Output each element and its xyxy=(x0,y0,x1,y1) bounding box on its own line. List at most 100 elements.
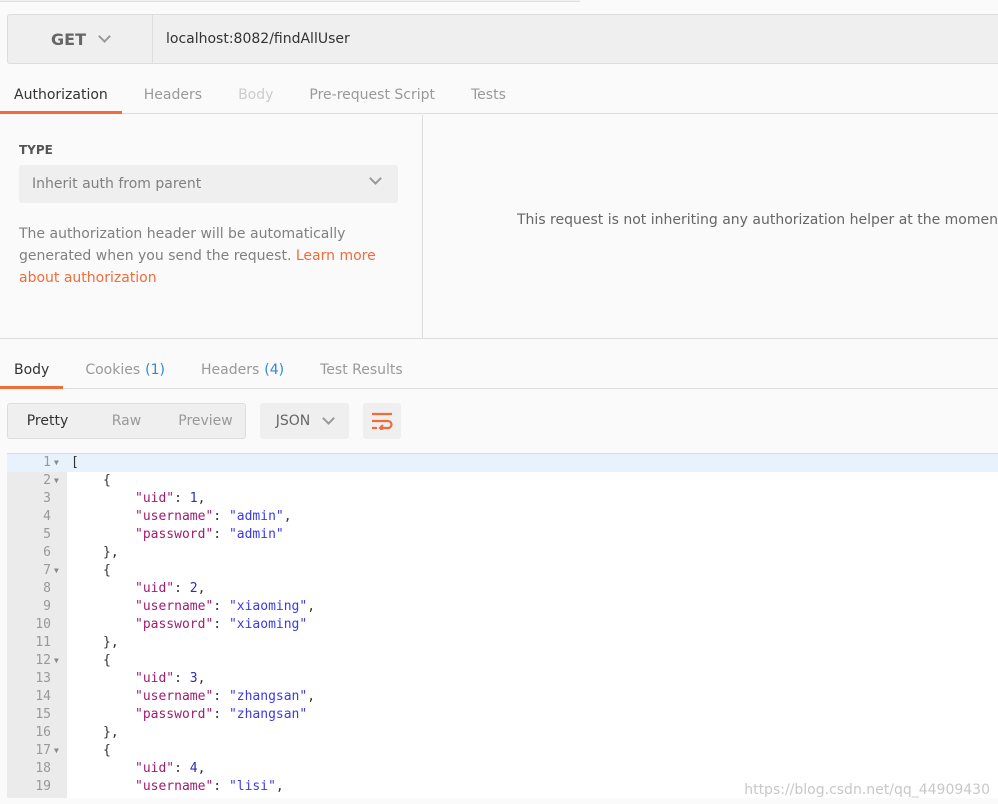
json-string: "admin" xyxy=(228,509,284,524)
code-line: 15 "password": "zhangsan" xyxy=(7,706,998,724)
line-number: 4 xyxy=(43,509,51,524)
json-string: "zhangsan" xyxy=(228,707,308,722)
response-body-editor[interactable]: 1 ▼[2 ▼{3 "uid": 1, 4 "username": "admin", 5 "p… xyxy=(7,453,998,798)
tab-pre-request-script[interactable]: Pre-request Script xyxy=(295,76,449,113)
code-text: "username": "lisi", xyxy=(71,778,284,796)
code-text: "password": "xiaoming" xyxy=(71,616,307,634)
wrap-lines-button[interactable] xyxy=(363,403,401,439)
fold-arrow-icon[interactable]: ▼ xyxy=(54,742,59,760)
json-punctuation: : xyxy=(174,491,190,506)
json-punctuation: , xyxy=(197,491,206,506)
json-punctuation: : xyxy=(174,671,190,686)
json-punctuation: , xyxy=(197,761,206,776)
json-punctuation: }, xyxy=(103,635,119,650)
json-punctuation: { xyxy=(103,743,111,758)
line-number: 12 xyxy=(35,653,51,668)
code-line: 5 "password": "admin" xyxy=(7,526,998,544)
tab-label: Body xyxy=(14,361,50,378)
json-punctuation: }, xyxy=(103,725,119,740)
tab-label: Pre-request Script xyxy=(309,86,435,103)
code-text: "username": "zhangsan", xyxy=(71,688,315,706)
json-punctuation: }, xyxy=(103,545,119,560)
tab-tests[interactable]: Tests xyxy=(457,76,520,113)
code-text: }, xyxy=(71,724,119,742)
json-punctuation: : xyxy=(213,527,229,542)
code-line: 13 "uid": 3, xyxy=(7,670,998,688)
tab-label: Tests xyxy=(471,86,506,103)
line-number: 11 xyxy=(35,635,51,650)
json-punctuation: : xyxy=(213,617,229,632)
wrap-lines-icon xyxy=(372,412,393,430)
json-number: 2 xyxy=(189,581,198,596)
view-mode-pretty[interactable]: Pretty xyxy=(8,404,87,438)
json-key: "username" xyxy=(135,599,214,614)
tab-body[interactable]: Body xyxy=(0,351,64,389)
json-punctuation: : xyxy=(213,779,229,794)
json-punctuation: [ xyxy=(71,455,79,470)
json-punctuation: { xyxy=(103,563,111,578)
code-line: 2 ▼ { xyxy=(7,472,998,490)
json-number: 1 xyxy=(189,491,198,506)
code-text: "uid": 1, xyxy=(71,490,205,508)
line-number: 2 xyxy=(43,473,51,488)
json-punctuation: : xyxy=(213,509,229,524)
auth-type-select[interactable]: Inherit auth from parent xyxy=(19,165,398,203)
code-text: "username": "admin", xyxy=(71,508,292,526)
fold-arrow-icon[interactable]: ▼ xyxy=(54,562,59,580)
format-select[interactable]: JSON xyxy=(260,403,349,439)
json-key: "password" xyxy=(135,707,214,722)
format-label: JSON xyxy=(275,413,311,429)
url-input[interactable]: localhost:8082/findAllUser xyxy=(153,15,350,63)
tab-label: Headers xyxy=(143,86,203,103)
json-string: "zhangsan" xyxy=(228,689,308,704)
line-number: 6 xyxy=(43,545,51,560)
tab-headers[interactable]: Headers xyxy=(130,76,216,113)
tab-cookies[interactable]: Cookies (1) xyxy=(71,351,179,388)
json-punctuation: , xyxy=(307,689,316,704)
code-line: 7 ▼ { xyxy=(7,562,998,580)
code-text: { xyxy=(71,562,111,580)
json-key: "username" xyxy=(135,689,214,704)
auth-settings: TYPE Inherit auth from parent The author… xyxy=(0,115,423,338)
view-mode-raw[interactable]: Raw xyxy=(87,404,166,438)
json-punctuation: , xyxy=(307,599,316,614)
tab-count-badge: (1) xyxy=(145,361,165,378)
type-label: TYPE xyxy=(19,143,53,157)
code-text: "username": "xiaoming", xyxy=(71,598,315,616)
fold-arrow-icon[interactable]: ▼ xyxy=(54,652,59,670)
chevron-down-icon xyxy=(322,412,336,425)
code-line: 11}, xyxy=(7,634,998,652)
json-number: 4 xyxy=(189,761,198,776)
response-toolbar: Pretty Raw Preview JSON xyxy=(7,403,401,439)
code-line: 9 "username": "xiaoming", xyxy=(7,598,998,616)
tab-headers[interactable]: Headers (4) xyxy=(187,351,298,388)
json-punctuation: , xyxy=(197,581,206,596)
fold-arrow-icon[interactable]: ▼ xyxy=(54,472,59,490)
line-number: 1 xyxy=(43,455,51,470)
view-mode-toggle: Pretty Raw Preview xyxy=(7,403,246,439)
code-text: }, xyxy=(71,544,119,562)
fold-arrow-icon[interactable]: ▼ xyxy=(54,454,59,472)
view-mode-preview[interactable]: Preview xyxy=(166,404,245,438)
method-select[interactable]: GET xyxy=(8,15,153,63)
tab-authorization[interactable]: Authorization xyxy=(0,76,122,114)
line-number: 3 xyxy=(43,491,51,506)
line-number: 7 xyxy=(43,563,51,578)
line-number: 13 xyxy=(35,671,51,686)
json-punctuation: , xyxy=(275,779,284,794)
code-line: 12 ▼ { xyxy=(7,652,998,670)
request-url-bar: GET localhost:8082/findAllUser xyxy=(7,14,998,64)
json-key: "uid" xyxy=(135,761,175,776)
tab-count-badge: (4) xyxy=(264,361,285,378)
json-key: "uid" xyxy=(135,491,175,506)
line-number: 14 xyxy=(35,689,51,704)
json-key: "username" xyxy=(135,509,214,524)
tab-test-results[interactable]: Test Results xyxy=(306,351,417,388)
tab-body[interactable]: Body xyxy=(224,76,287,113)
code-text: "password": "admin" xyxy=(71,526,284,544)
auth-type-value: Inherit auth from parent xyxy=(32,176,202,192)
json-string: "xiaoming" xyxy=(228,599,308,614)
request-tabs: Authorization Headers Body Pre-request Scri… xyxy=(0,76,998,114)
code-line: 1 ▼ [ xyxy=(7,454,998,472)
json-string: "admin" xyxy=(228,527,284,542)
